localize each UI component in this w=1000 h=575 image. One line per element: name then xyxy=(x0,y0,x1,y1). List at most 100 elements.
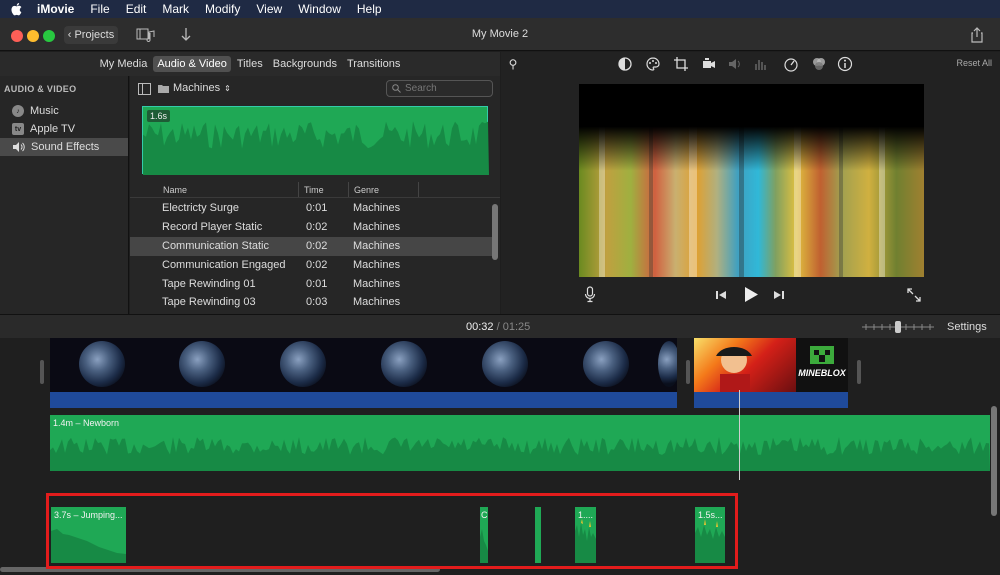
menu-file[interactable]: File xyxy=(82,2,117,16)
playhead[interactable] xyxy=(739,390,740,480)
tab-backgrounds[interactable]: Backgrounds xyxy=(269,56,341,72)
clip-trim-handle[interactable] xyxy=(40,360,44,384)
zoom-slider[interactable] xyxy=(860,320,936,334)
video-preview[interactable] xyxy=(579,84,924,277)
list-item[interactable]: Communication Engaged 0:02 Machines xyxy=(130,256,492,275)
clip-thumbnail xyxy=(583,341,629,387)
color-balance-icon[interactable] xyxy=(617,56,633,72)
share-icon[interactable] xyxy=(970,27,984,43)
clip-trim-handle[interactable] xyxy=(686,360,690,384)
menu-app-name[interactable]: iMovie xyxy=(29,2,82,16)
viewer-panel: ⚲ Reset All xyxy=(501,52,1000,314)
clip-thumbnail xyxy=(482,341,528,387)
music-clip-label: 1.4m – Newborn xyxy=(53,418,120,428)
video-clip-earth[interactable] xyxy=(50,338,677,392)
title-bar: ‹ Projects My Movie 2 xyxy=(0,18,1000,51)
timeline[interactable]: MINEBLOX 1.4m – Newborn 3.7s – Jumping..… xyxy=(0,338,1000,575)
window-title: My Movie 2 xyxy=(471,28,529,40)
magic-wand-icon[interactable]: ⚲ xyxy=(505,56,521,72)
list-scrollbar[interactable] xyxy=(492,204,498,260)
timecode: 00:32 / 01:25 xyxy=(466,321,530,333)
sidebar-item-label: Sound Effects xyxy=(31,141,100,153)
reset-all-button[interactable]: Reset All xyxy=(956,58,992,68)
clip-trim-handle[interactable] xyxy=(857,360,861,384)
preview-duration: 1.6s xyxy=(147,110,171,122)
creeper-icon xyxy=(810,346,834,364)
tab-transitions[interactable]: Transitions xyxy=(343,56,404,72)
tab-my-media[interactable]: My Media xyxy=(96,56,152,72)
folder-icon xyxy=(158,84,169,93)
timeline-toolbar: 00:32 / 01:25 Settings xyxy=(0,314,1000,338)
speed-gauge-icon[interactable] xyxy=(783,56,799,72)
equalizer-icon[interactable] xyxy=(753,56,769,72)
menu-modify[interactable]: Modify xyxy=(197,2,248,16)
list-item[interactable]: Electricty Surge 0:01 Machines xyxy=(130,199,492,218)
list-item[interactable]: Record Player Static 0:02 Machines xyxy=(130,218,492,237)
playback-controls xyxy=(501,284,1000,308)
clip-thumbnail xyxy=(658,341,677,387)
column-header-name[interactable]: Name xyxy=(163,185,187,195)
search-icon xyxy=(392,84,401,93)
highlight-annotation-box xyxy=(46,493,738,569)
clip-thumbnail xyxy=(79,341,125,387)
clip-thumbnail xyxy=(179,341,225,387)
menu-bar: iMovie File Edit Mark Modify View Window… xyxy=(0,0,1000,18)
tab-audio-video[interactable]: Audio & Video xyxy=(153,56,231,72)
column-header-time[interactable]: Time xyxy=(304,185,324,195)
sidebar-toggle-icon[interactable] xyxy=(138,83,151,95)
list-item[interactable]: Tape Rewinding 01 0:01 Machines xyxy=(130,275,492,294)
menu-mark[interactable]: Mark xyxy=(154,2,197,16)
menu-edit[interactable]: Edit xyxy=(118,2,155,16)
list-item[interactable]: Communication Static 0:02 Machines xyxy=(130,237,492,256)
play-icon[interactable] xyxy=(743,286,759,303)
browser-panel: Machines ⇕ Search 1.6s Name Time Genre E… xyxy=(130,76,500,314)
category-selector[interactable]: Machines ⇕ xyxy=(158,82,231,94)
music-clip[interactable]: 1.4m – Newborn xyxy=(50,415,990,471)
music-icon: ♪ xyxy=(12,105,24,117)
sidebar-item-label: Apple TV xyxy=(30,123,76,135)
current-time: 00:32 xyxy=(466,321,494,333)
column-header-genre[interactable]: Genre xyxy=(354,185,379,195)
fullscreen-icon[interactable] xyxy=(907,288,921,302)
sidebar-item-label: Music xyxy=(30,105,59,117)
clip-thumbnail-art xyxy=(716,347,752,392)
menu-window[interactable]: Window xyxy=(290,2,349,16)
sidebar: AUDIO & VIDEO ♪ Music tv Apple TV Sound … xyxy=(0,76,129,314)
list-item[interactable]: Tape Rewinding 03 0:03 Machines xyxy=(130,293,492,312)
clip-audio-strip xyxy=(694,392,848,408)
menu-view[interactable]: View xyxy=(248,2,290,16)
clip-thumbnail: MINEBLOX xyxy=(796,338,848,392)
filter-icon[interactable] xyxy=(811,56,827,72)
sidebar-item-sound-effects[interactable]: Sound Effects xyxy=(0,138,128,156)
appletv-icon: tv xyxy=(12,123,24,135)
browser-toolbar: Machines ⇕ Search xyxy=(130,76,500,102)
menu-help[interactable]: Help xyxy=(349,2,390,16)
chevron-updown-icon: ⇕ xyxy=(224,83,231,93)
stabilization-camera-icon[interactable] xyxy=(701,56,717,72)
microphone-icon[interactable] xyxy=(584,286,596,304)
clip-thumbnail xyxy=(381,341,427,387)
list-header: Name Time Genre xyxy=(130,182,500,198)
sidebar-item-apple-tv[interactable]: tv Apple TV xyxy=(0,120,128,138)
music-waveform-graphic xyxy=(50,437,990,471)
volume-icon[interactable] xyxy=(727,56,743,72)
viewer-toolbar: ⚲ Reset All xyxy=(501,52,1000,76)
video-frame-graphic xyxy=(579,84,924,277)
browser-tab-bar: My Media Audio & Video Titles Background… xyxy=(0,52,500,76)
skip-back-icon[interactable] xyxy=(715,289,727,301)
clip-thumbnail xyxy=(694,338,796,392)
skip-forward-icon[interactable] xyxy=(773,289,785,301)
waveform-preview[interactable]: 1.6s xyxy=(142,106,489,175)
video-clip-title[interactable]: MINEBLOX xyxy=(694,338,848,392)
time-separator: / xyxy=(496,321,500,333)
settings-button[interactable]: Settings xyxy=(947,321,987,333)
timeline-scrollbar[interactable] xyxy=(991,406,997,516)
apple-icon[interactable] xyxy=(9,1,25,17)
sidebar-item-music[interactable]: ♪ Music xyxy=(0,102,128,120)
crop-icon[interactable] xyxy=(673,56,689,72)
speaker-icon xyxy=(13,142,25,152)
search-input[interactable]: Search xyxy=(386,80,493,97)
color-palette-icon[interactable] xyxy=(645,56,661,72)
info-icon[interactable] xyxy=(837,56,853,72)
tab-titles[interactable]: Titles xyxy=(233,56,267,72)
